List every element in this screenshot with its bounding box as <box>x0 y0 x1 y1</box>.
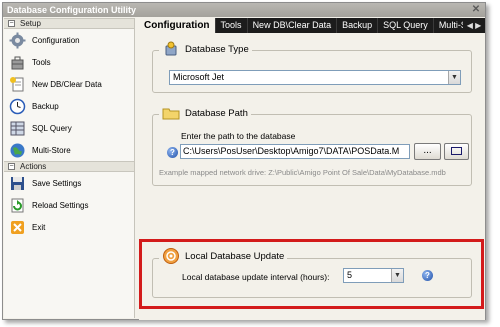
sidebar-item-backup[interactable]: Backup <box>4 95 134 117</box>
chevron-down-icon[interactable]: ▼ <box>448 71 460 84</box>
tab-sql-query[interactable]: SQL Query <box>378 18 434 33</box>
database-type-title: Database Type <box>159 40 252 58</box>
title-bar: Database Configuration Utility ✕ <box>3 3 485 17</box>
database-path-label: Database Path <box>185 107 248 119</box>
database-path-title: Database Path <box>159 104 251 122</box>
window-button[interactable] <box>444 143 469 160</box>
sidebar-item-multi-store[interactable]: Multi-Store <box>4 139 134 161</box>
sidebar-item-new-db[interactable]: New DB/Clear Data <box>4 73 134 95</box>
sidebar-item-configuration[interactable]: Configuration <box>4 29 134 51</box>
setup-section-header[interactable]: − Setup <box>4 18 134 29</box>
sidebar-item-save-settings[interactable]: Save Settings <box>4 172 134 194</box>
window-icon <box>451 147 462 155</box>
reload-icon <box>9 197 26 214</box>
globe-icon <box>9 142 26 159</box>
folder-icon <box>162 104 180 122</box>
database-type-value: Microsoft Jet <box>173 72 225 82</box>
tab-scroll-arrows[interactable]: ◀ ▶ <box>463 18 485 33</box>
close-icon[interactable]: ✕ <box>470 4 482 16</box>
actions-section-header[interactable]: − Actions <box>4 161 134 172</box>
sidebar-item-sql-query[interactable]: SQL Query <box>4 117 134 139</box>
collapse-setup-icon[interactable]: − <box>8 20 15 27</box>
sidebar-item-label: Backup <box>32 101 59 111</box>
sidebar-item-label: New DB/Clear Data <box>32 79 102 89</box>
network-drive-hint: Example mapped network drive: Z:\Public\… <box>159 168 446 177</box>
highlight-box <box>139 239 484 309</box>
sidebar-item-label: SQL Query <box>32 123 72 133</box>
collapse-actions-icon[interactable]: − <box>8 163 15 170</box>
database-path-input[interactable]: C:\Users\PosUser\Desktop\Amigo7\DATA\POS… <box>180 144 410 159</box>
help-icon[interactable]: ? <box>167 147 178 158</box>
actions-header-label: Actions <box>20 162 47 171</box>
sidebar-item-label: Multi-Store <box>32 145 71 155</box>
sidebar: − Setup Configuration Tools New DB/Clear… <box>4 18 135 318</box>
tab-tools[interactable]: Tools <box>216 18 248 33</box>
clock-icon <box>9 98 26 115</box>
database-type-icon <box>162 40 180 58</box>
window-title: Database Configuration Utility <box>7 5 137 15</box>
exit-icon <box>9 219 26 236</box>
browse-button[interactable]: ... <box>414 143 441 160</box>
sidebar-item-reload-settings[interactable]: Reload Settings <box>4 194 134 216</box>
tab-new-db-clear-data[interactable]: New DB\Clear Data <box>248 18 338 33</box>
database-type-select[interactable]: Microsoft Jet ▼ <box>169 70 461 85</box>
setup-header-label: Setup <box>20 19 41 28</box>
sidebar-item-exit[interactable]: Exit <box>4 216 134 238</box>
new-document-icon <box>9 76 26 93</box>
sidebar-item-label: Reload Settings <box>32 200 89 210</box>
sidebar-item-label: Tools <box>32 57 51 67</box>
tab-strip: Configuration Tools New DB\Clear Data Ba… <box>139 18 485 33</box>
tools-icon <box>9 54 26 71</box>
tab-configuration[interactable]: Configuration <box>139 18 216 33</box>
gear-icon <box>9 32 26 49</box>
sidebar-item-label: Exit <box>32 222 46 232</box>
floppy-disk-icon <box>9 175 26 192</box>
sql-grid-icon <box>9 120 26 137</box>
tab-backup[interactable]: Backup <box>337 18 379 33</box>
sidebar-item-tools[interactable]: Tools <box>4 51 134 73</box>
sidebar-item-label: Configuration <box>32 35 80 45</box>
database-type-label: Database Type <box>185 43 249 55</box>
sidebar-item-label: Save Settings <box>32 178 82 188</box>
database-path-prompt: Enter the path to the database <box>181 131 296 141</box>
